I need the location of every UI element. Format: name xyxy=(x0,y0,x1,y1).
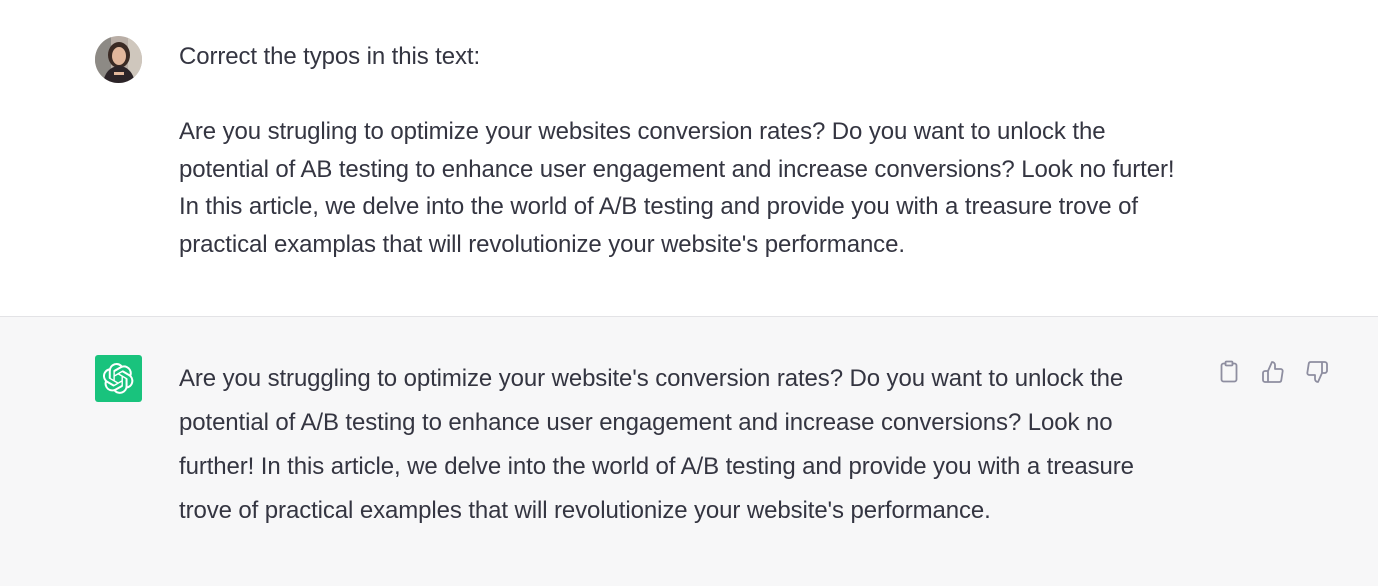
user-avatar xyxy=(95,36,142,83)
conversation-thread: Correct the typos in this text: Are you … xyxy=(0,0,1378,586)
user-quoted-text: Are you strugling to optimize your websi… xyxy=(179,118,1175,258)
thumbs-down-button[interactable] xyxy=(1304,360,1330,389)
openai-logo-icon xyxy=(95,355,142,402)
clipboard-icon xyxy=(1218,360,1240,389)
user-message-turn: Correct the typos in this text: Are you … xyxy=(0,0,1378,317)
thumbs-down-icon xyxy=(1305,360,1329,389)
thumbs-up-icon xyxy=(1261,360,1285,389)
copy-button[interactable] xyxy=(1216,360,1242,389)
message-actions xyxy=(1216,360,1330,389)
thumbs-up-button[interactable] xyxy=(1260,360,1286,389)
assistant-message-text: Are you struggling to optimize your webs… xyxy=(179,357,1189,533)
user-message-text: Correct the typos in this text: Are you … xyxy=(179,38,1189,263)
user-prompt-line: Correct the typos in this text: xyxy=(179,43,481,70)
assistant-message-turn: Are you struggling to optimize your webs… xyxy=(0,317,1378,586)
assistant-corrected-text: Are you struggling to optimize your webs… xyxy=(179,365,1134,524)
